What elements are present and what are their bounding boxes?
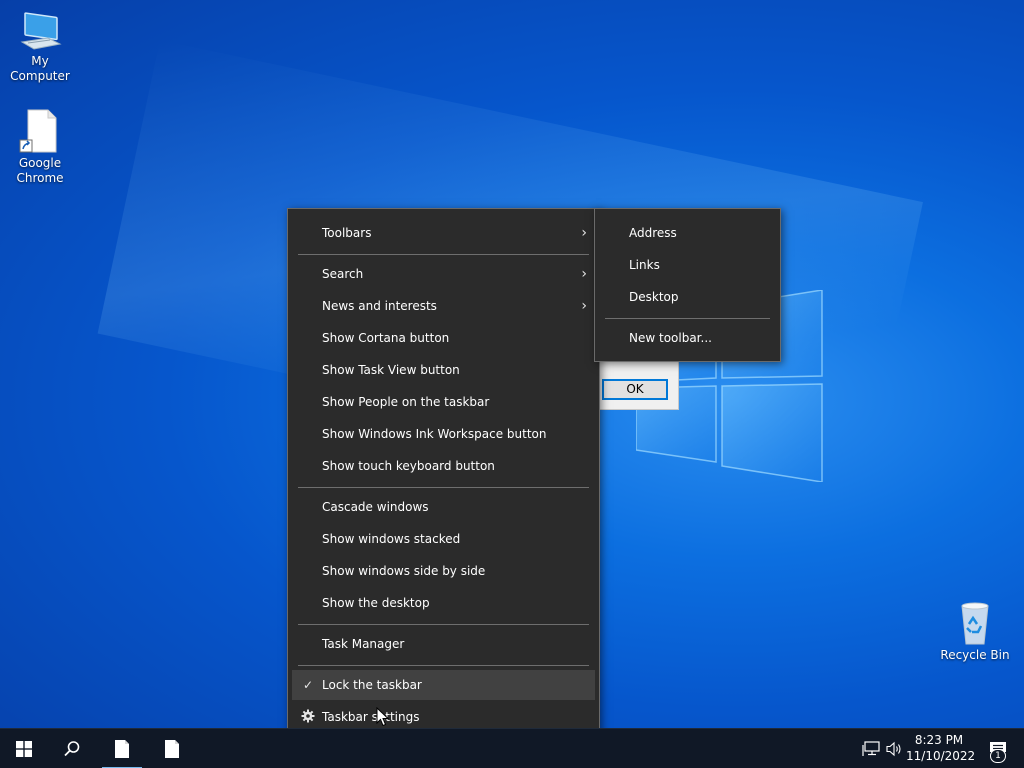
menu-item-label: Show windows side by side: [322, 564, 486, 578]
menu-item-show-people[interactable]: Show People on the taskbar: [292, 387, 595, 417]
search-icon: [64, 741, 80, 757]
menu-item-label: Task Manager: [322, 637, 405, 651]
recycle-bin-label: Recycle Bin: [940, 648, 1010, 662]
volume-icon: [886, 741, 901, 757]
menu-item-news-and-interests[interactable]: News and interests ›: [292, 291, 595, 321]
submenu-item-desktop[interactable]: Desktop: [599, 282, 776, 312]
google-chrome-desktop-icon[interactable]: Google Chrome: [0, 108, 80, 186]
volume-tray[interactable]: [882, 729, 908, 768]
menu-item-label: Show Windows Ink Workspace button: [322, 427, 547, 441]
google-chrome-label: Google Chrome: [16, 156, 64, 185]
computer-icon: [20, 12, 62, 50]
chevron-right-icon: ›: [581, 298, 587, 314]
dialog-fragment: OK: [596, 360, 679, 410]
menu-item-label: Show Cortana button: [322, 331, 450, 345]
menu-item-label: Show windows stacked: [322, 532, 461, 546]
menu-item-show-ink-workspace[interactable]: Show Windows Ink Workspace button: [292, 419, 595, 449]
menu-item-label: Desktop: [629, 290, 679, 304]
menu-item-search[interactable]: Search ›: [292, 259, 595, 289]
document-shortcut-icon: [19, 109, 57, 153]
menu-item-label: Show touch keyboard button: [322, 459, 495, 473]
menu-item-label: Show People on the taskbar: [322, 395, 490, 409]
mouse-cursor-icon: [376, 707, 390, 727]
menu-item-show-touch-keyboard[interactable]: Show touch keyboard button: [292, 451, 595, 481]
menu-item-label: Show Task View button: [322, 363, 460, 377]
chevron-right-icon: ›: [581, 225, 587, 241]
menu-item-show-cortana[interactable]: Show Cortana button: [292, 323, 595, 353]
menu-item-toolbars[interactable]: Toolbars ›: [292, 218, 595, 248]
menu-item-label: News and interests: [322, 299, 437, 313]
menu-separator: [298, 254, 589, 255]
menu-item-label: Toolbars: [322, 226, 372, 240]
menu-item-show-task-view[interactable]: Show Task View button: [292, 355, 595, 385]
menu-item-label: Taskbar settings: [322, 710, 420, 724]
taskbar-context-menu: Toolbars › Search › News and interests ›…: [287, 208, 600, 742]
checkmark-icon: ✓: [302, 678, 314, 692]
menu-separator: [298, 487, 589, 488]
menu-item-task-manager[interactable]: Task Manager: [292, 629, 595, 659]
menu-item-label: Lock the taskbar: [322, 678, 422, 692]
menu-item-label: Cascade windows: [322, 500, 429, 514]
document-icon: [115, 740, 129, 758]
document-icon: [165, 740, 179, 758]
menu-separator: [298, 624, 589, 625]
submenu-item-links[interactable]: Links: [599, 250, 776, 280]
search-button[interactable]: [48, 729, 96, 768]
network-tray[interactable]: [858, 729, 884, 768]
menu-item-label: Search: [322, 267, 364, 281]
submenu-item-new-toolbar[interactable]: New toolbar...: [599, 323, 776, 353]
menu-item-windows-stacked[interactable]: Show windows stacked: [292, 524, 595, 554]
submenu-item-address[interactable]: Address: [599, 218, 776, 248]
recycle-bin-icon: [961, 602, 989, 645]
clock-date: 11/10/2022: [906, 749, 976, 763]
menu-item-label: New toolbar...: [629, 331, 712, 345]
network-icon: [862, 741, 880, 756]
menu-item-cascade-windows[interactable]: Cascade windows: [292, 492, 595, 522]
menu-separator: [605, 318, 770, 319]
menu-item-label: Show the desktop: [322, 596, 430, 610]
taskbar[interactable]: 8:23 PM 11/10/2022: [0, 728, 1024, 768]
menu-item-show-desktop[interactable]: Show the desktop: [292, 588, 595, 618]
ok-button[interactable]: OK: [602, 379, 668, 400]
recycle-bin-desktop-icon[interactable]: Recycle Bin: [935, 600, 1015, 663]
my-computer-label: My Computer: [10, 54, 70, 83]
clock-time: 8:23 PM: [914, 733, 964, 747]
chevron-right-icon: ›: [581, 266, 587, 282]
menu-item-lock-taskbar[interactable]: ✓ Lock the taskbar: [292, 670, 595, 700]
notification-count-badge: 1: [990, 749, 1006, 763]
menu-item-label: Links: [629, 258, 660, 272]
clock[interactable]: 8:23 PM 11/10/2022: [906, 732, 976, 764]
menu-separator: [298, 665, 589, 666]
start-button[interactable]: [0, 729, 48, 768]
windows-start-icon: [16, 741, 32, 757]
menu-item-label: Address: [629, 226, 677, 240]
toolbars-submenu: Address Links Desktop New toolbar...: [594, 208, 781, 362]
taskbar-app-2[interactable]: [148, 729, 196, 768]
taskbar-app-1[interactable]: [98, 729, 146, 768]
menu-item-windows-side-by-side[interactable]: Show windows side by side: [292, 556, 595, 586]
my-computer-desktop-icon[interactable]: My Computer: [0, 8, 80, 84]
